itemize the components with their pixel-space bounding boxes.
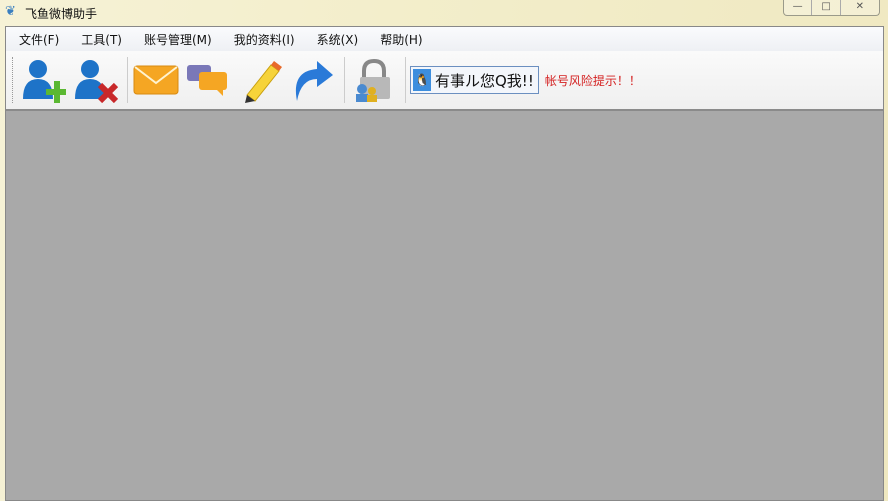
menu-account[interactable]: 账号管理(M) xyxy=(144,31,212,48)
toolbar-separator xyxy=(344,57,345,103)
contact-qq-label: 有事ル您Q我!! xyxy=(435,71,534,90)
menu-help[interactable]: 帮助(H) xyxy=(380,31,422,48)
minimize-button[interactable]: — xyxy=(784,0,813,15)
edit-pencil-icon[interactable] xyxy=(236,56,284,104)
mail-icon[interactable] xyxy=(132,56,180,104)
main-window: 文件(F) 工具(T) 账号管理(M) 我的资料(I) 系统(X) 帮助(H) … xyxy=(5,26,884,501)
remove-user-icon[interactable] xyxy=(71,56,119,104)
account-risk-link[interactable]: 帐号风险提示！！ xyxy=(545,72,641,89)
menu-tools[interactable]: 工具(T) xyxy=(81,31,122,48)
close-button[interactable]: ✕ xyxy=(841,0,879,15)
menu-profile[interactable]: 我的资料(I) xyxy=(234,31,295,48)
menu-bar: 文件(F) 工具(T) 账号管理(M) 我的资料(I) 系统(X) 帮助(H) xyxy=(6,27,883,51)
app-fish-icon: ❦ xyxy=(5,4,16,19)
toolbar-grip[interactable] xyxy=(12,57,15,103)
add-user-icon[interactable] xyxy=(19,56,67,104)
refresh-arrow-icon[interactable] xyxy=(288,56,336,104)
window-controls: — □ ✕ xyxy=(783,0,880,16)
menu-file[interactable]: 文件(F) xyxy=(19,31,59,48)
toolbar: 🐧 有事ル您Q我!! 帐号风险提示！！ xyxy=(6,51,883,111)
toolbar-separator xyxy=(405,57,406,103)
menu-system[interactable]: 系统(X) xyxy=(317,31,359,48)
toolbar-separator xyxy=(127,57,128,103)
window-title: 飞鱼微博助手 xyxy=(25,7,98,21)
title-bar: ❦ 飞鱼微博助手 — □ ✕ xyxy=(0,0,888,26)
contact-qq-button[interactable]: 🐧 有事ル您Q我!! xyxy=(410,66,539,94)
messages-icon[interactable] xyxy=(184,56,232,104)
lock-users-icon[interactable] xyxy=(349,56,397,104)
maximize-button[interactable]: □ xyxy=(812,0,841,15)
qq-penguin-icon: 🐧 xyxy=(413,69,431,91)
